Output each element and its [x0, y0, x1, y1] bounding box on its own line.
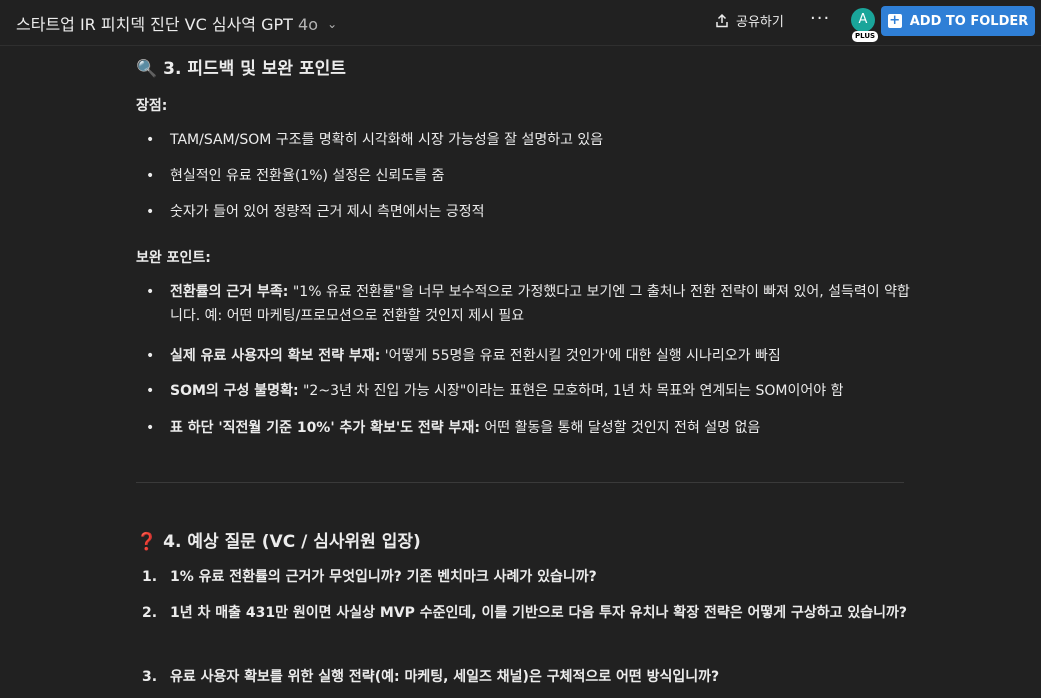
- question-mark-icon: ❓: [136, 532, 158, 552]
- more-options-button[interactable]: ···: [810, 8, 830, 29]
- magnifier-icon: 🔍: [136, 59, 158, 79]
- list-item: SOM의 구성 불명확: "2~3년 차 진입 가능 시장"이라는 표현은 모호…: [146, 379, 912, 403]
- section-heading-feedback: 🔍 3. 피드백 및 보완 포인트: [136, 59, 346, 79]
- top-bar: 스타트업 IR 피치덱 진단 VC 심사역 GPT 4o ⌄ 공유하기 ··· …: [0, 0, 1041, 46]
- avatar[interactable]: A: [851, 8, 875, 32]
- share-button[interactable]: 공유하기: [714, 11, 784, 30]
- strengths-label: 장점:: [136, 98, 168, 114]
- share-icon: [714, 13, 730, 29]
- list-item: 실제 유료 사용자의 확보 전략 부재: '어떻게 55명을 유료 전환시킬 것…: [146, 344, 912, 368]
- list-item: 2. 1년 차 매출 431만 원이면 사실상 MVP 수준인데, 이를 기반으로…: [142, 605, 908, 621]
- divider: [136, 482, 904, 483]
- chevron-down-icon: ⌄: [327, 17, 338, 31]
- improvements-label: 보완 포인트:: [136, 250, 211, 266]
- list-item: 1. 1% 유료 전환률의 근거가 무엇입니까? 기존 벤치마크 사례가 있습니까…: [142, 569, 597, 585]
- list-item: 전환률의 근거 부족: "1% 유료 전환률"을 너무 보수적으로 가정했다고 …: [146, 280, 912, 328]
- add-to-folder-button[interactable]: + ADD TO FOLDER: [881, 6, 1035, 36]
- list-item: 숫자가 들어 있어 정량적 근거 제시 측면에서는 긍정적: [146, 200, 912, 224]
- chat-title-selector[interactable]: 스타트업 IR 피치덱 진단 VC 심사역 GPT 4o ⌄: [16, 11, 337, 35]
- list-item: 표 하단 '직전월 기준 10%' 추가 확보'도 전략 부재: 어떤 활동을 …: [146, 416, 912, 440]
- list-item: 3. 유료 사용자 확보를 위한 실행 전략(예: 마케팅, 세일즈 채널)은 구…: [142, 669, 720, 685]
- list-item: TAM/SAM/SOM 구조를 명확히 시각화해 시장 가능성을 잘 설명하고 …: [146, 128, 912, 152]
- chat-title: 스타트업 IR 피치덱 진단 VC 심사역 GPT: [16, 15, 293, 34]
- plan-badge: PLUS: [852, 31, 879, 42]
- list-item: 현실적인 유료 전환율(1%) 설정은 신뢰도를 줌: [146, 164, 912, 188]
- model-name: 4o: [298, 15, 318, 34]
- share-label: 공유하기: [736, 15, 784, 30]
- plus-icon: +: [887, 13, 902, 28]
- add-to-folder-label: ADD TO FOLDER: [909, 13, 1029, 29]
- section-heading-questions: ❓ 4. 예상 질문 (VC / 심사위원 입장): [136, 532, 421, 552]
